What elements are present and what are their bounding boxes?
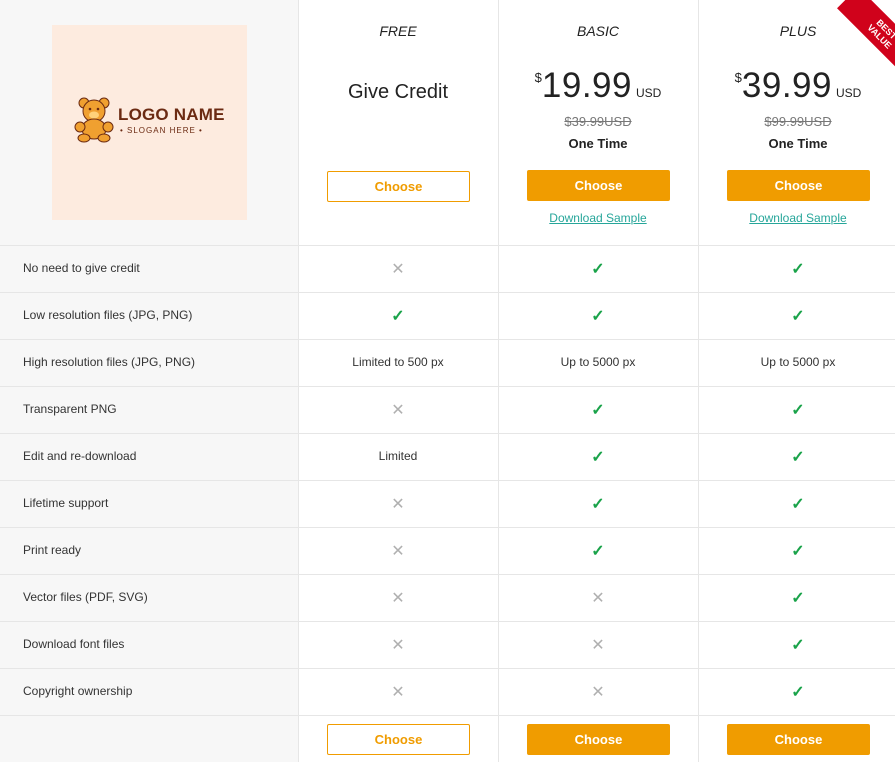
check-icon: ✓: [591, 307, 605, 325]
old-price-basic: $39.99USD: [564, 114, 632, 129]
row-divider: [0, 715, 895, 716]
download-sample-basic-link[interactable]: Download Sample: [498, 211, 698, 225]
logo-name: LOGO NAME: [118, 105, 225, 124]
term-plus: One Time: [768, 136, 828, 151]
check-icon: ✓: [591, 495, 605, 513]
cross-icon: ✕: [591, 636, 605, 654]
feature-label: Download font files: [23, 636, 125, 651]
currency-symbol: $: [534, 70, 542, 85]
check-icon: ✓: [791, 401, 805, 419]
row-divider: [0, 574, 895, 575]
teddy-bear-icon: [74, 97, 114, 143]
feature-label: Lifetime support: [23, 495, 109, 510]
footer-choose-plus-button[interactable]: Choose: [727, 724, 870, 755]
feature-value: Limited to 500 px: [352, 354, 444, 369]
footer-choose-free-button[interactable]: Choose: [327, 724, 470, 755]
check-icon: ✓: [591, 260, 605, 278]
row-divider: [0, 433, 895, 434]
logo-preview: LOGO NAME • SLOGAN HERE •: [52, 25, 247, 220]
check-icon: ✓: [791, 636, 805, 654]
row-divider: [0, 386, 895, 387]
cross-icon: ✕: [591, 589, 605, 607]
feature-value: Up to 5000 px: [760, 354, 836, 369]
check-icon: ✓: [591, 448, 605, 466]
download-sample-plus-link[interactable]: Download Sample: [698, 211, 895, 225]
price-unit: USD: [635, 86, 662, 100]
footer-choose-basic-button[interactable]: Choose: [527, 724, 670, 755]
currency-symbol: $: [734, 70, 742, 85]
cross-icon: ✕: [391, 589, 405, 607]
row-divider: [0, 527, 895, 528]
row-divider: [0, 292, 895, 293]
plan-name-plus: PLUS: [779, 23, 817, 39]
cross-icon: ✕: [391, 260, 405, 278]
feature-label: Transparent PNG: [23, 401, 117, 416]
row-divider: [0, 245, 895, 246]
check-icon: ✓: [791, 307, 805, 325]
cross-icon: ✕: [391, 542, 405, 560]
price-plus: $39.99 USD: [698, 66, 895, 106]
price-amount: 19.99: [541, 66, 632, 105]
feature-label: High resolution files (JPG, PNG): [23, 354, 196, 369]
price-amount: 39.99: [741, 66, 832, 105]
cross-icon: ✕: [391, 636, 405, 654]
plan-headline-free: Give Credit: [347, 81, 449, 103]
term-basic: One Time: [568, 136, 628, 151]
feature-label: Vector files (PDF, SVG): [23, 589, 148, 604]
feature-label: Print ready: [23, 542, 82, 557]
check-icon: ✓: [591, 542, 605, 560]
cross-icon: ✕: [391, 495, 405, 513]
check-icon: ✓: [791, 495, 805, 513]
check-icon: ✓: [791, 589, 805, 607]
row-divider: [0, 621, 895, 622]
plan-name-free: FREE: [379, 23, 417, 39]
row-divider: [0, 480, 895, 481]
plan-name-basic: BASIC: [576, 23, 619, 39]
feature-label: Edit and re-download: [23, 448, 137, 463]
check-icon: ✓: [791, 448, 805, 466]
check-icon: ✓: [391, 307, 405, 325]
check-icon: ✓: [791, 260, 805, 278]
row-divider: [0, 339, 895, 340]
feature-label: Copyright ownership: [23, 683, 133, 698]
check-icon: ✓: [791, 683, 805, 701]
choose-basic-button[interactable]: Choose: [527, 170, 670, 201]
logo-slogan: • SLOGAN HERE •: [120, 126, 203, 135]
feature-value: Limited: [378, 448, 418, 463]
choose-free-button[interactable]: Choose: [327, 171, 470, 202]
feature-value: Up to 5000 px: [560, 354, 636, 369]
pricing-table: LOGO NAME • SLOGAN HERE • BEST VALUE FRE…: [0, 0, 895, 762]
cross-icon: ✕: [391, 683, 405, 701]
feature-label: No need to give credit: [23, 260, 140, 275]
cross-icon: ✕: [391, 401, 405, 419]
check-icon: ✓: [791, 542, 805, 560]
choose-plus-button[interactable]: Choose: [727, 170, 870, 201]
feature-label: Low resolution files (JPG, PNG): [23, 307, 193, 322]
check-icon: ✓: [591, 401, 605, 419]
old-price-plus: $99.99USD: [764, 114, 832, 129]
row-divider: [0, 668, 895, 669]
price-basic: $19.99 USD: [498, 66, 698, 106]
price-unit: USD: [835, 86, 862, 100]
cross-icon: ✕: [591, 683, 605, 701]
